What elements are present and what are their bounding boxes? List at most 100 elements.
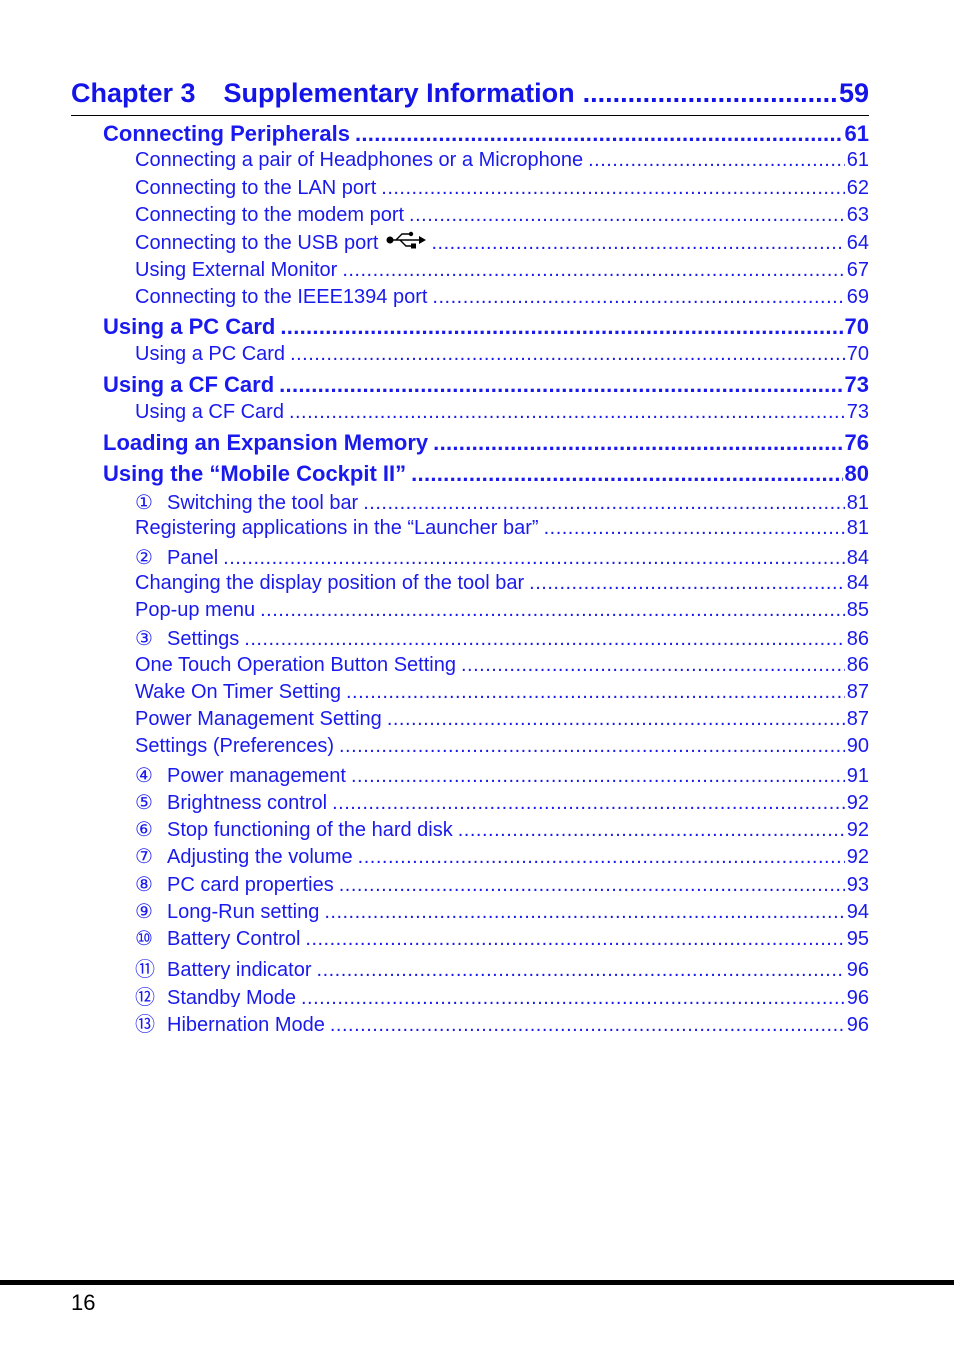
toc-subsection-link[interactable]: ③ Settings 86 (135, 626, 869, 652)
toc-entry-label: Switching the tool bar (167, 492, 359, 514)
circled-number-marker: ⑦ (135, 846, 153, 868)
toc-subsection-link[interactable]: Connecting to the USB port 64 (135, 231, 869, 257)
toc-entry-label: Power Management Setting (135, 708, 382, 730)
toc-entry-label: Long-Run setting (167, 901, 320, 923)
leader-dots (355, 121, 843, 147)
circled-number-marker: ④ (135, 765, 153, 787)
toc-subsection-link[interactable]: Changing the display position of the too… (135, 572, 869, 598)
toc-subsection-link[interactable]: Power Management Setting 87 (135, 708, 869, 734)
toc-page-number: 70 (846, 343, 869, 365)
toc-page-number: 76 (844, 430, 869, 455)
toc-entry-label: Standby Mode (167, 987, 296, 1007)
toc-entry-label: Battery indicator (167, 959, 312, 979)
toc-entry-label: Panel (167, 547, 219, 569)
toc-page-number: 96 (846, 987, 869, 1007)
chapter-number: Chapter 3 (71, 78, 196, 108)
toc-subsection-link[interactable]: ⑥ Stop functioning of the hard disk 92 (135, 817, 869, 843)
toc-subsection-link[interactable]: Using a CF Card 73 (135, 401, 869, 427)
toc-entry-label: Connecting a pair of Headphones or a Mic… (135, 149, 584, 171)
toc-entry-label: Brightness control (167, 792, 328, 814)
toc-page-number: 91 (846, 765, 869, 787)
toc-page-number: 94 (846, 901, 869, 923)
toc-subsection-link[interactable]: Using External Monitor 67 (135, 259, 869, 285)
toc-subsection-link[interactable]: One Touch Operation Button Setting 86 (135, 654, 869, 680)
toc-subsection-link[interactable]: ⑤ Brightness control 92 (135, 790, 869, 816)
toc-section-link[interactable]: Using a PC Card 70 (103, 314, 869, 342)
toc-subsection-link[interactable]: ⑩ Battery Control 95 (135, 926, 869, 952)
toc-subsection-link[interactable]: ⑦ Adjusting the volume 92 (135, 844, 869, 870)
toc-subsection-link[interactable]: Using a PC Card 70 (135, 343, 869, 369)
toc-entry-label: Stop functioning of the hard disk (167, 819, 453, 841)
toc-subsection-link[interactable]: Wake On Timer Setting 87 (135, 681, 869, 707)
leader-dots (317, 959, 845, 979)
leader-dots (458, 819, 845, 842)
toc-entry-label: Pop-up menu (135, 599, 256, 621)
toc-entry-label: Settings (Preferences) (135, 735, 334, 757)
toc-subsection-link[interactable]: Pop-up menu 85 (135, 599, 869, 625)
toc-subsection-link[interactable]: ⑫ Standby Mode 96 (135, 981, 869, 1007)
toc-section-link[interactable]: Loading an Expansion Memory 76 (103, 430, 869, 458)
leader-dots (588, 149, 845, 172)
chapter-heading[interactable]: Chapter 3 Supplementary Information ....… (71, 78, 869, 112)
circled-number-marker: ⑧ (135, 874, 153, 896)
leader-dots (223, 547, 845, 570)
toc-entry-label: Wake On Timer Setting (135, 681, 341, 703)
toc-entry-label: Hibernation Mode (167, 1014, 325, 1034)
toc-page-number: 80 (844, 461, 869, 486)
toc-entry-label: Using External Monitor (135, 259, 338, 281)
circled-number-marker: ⑩ (135, 928, 153, 950)
toc-subsection-link[interactable]: Connecting a pair of Headphones or a Mic… (135, 149, 869, 175)
toc-entry-label: One Touch Operation Button Setting (135, 654, 456, 676)
toc-page-number: 92 (846, 792, 869, 814)
toc-subsection-link[interactable]: ⑪ Battery indicator 96 (135, 953, 869, 979)
toc-subsection-link[interactable]: Connecting to the LAN port 62 (135, 177, 869, 203)
toc-page-number: 69 (846, 286, 869, 308)
toc-subsection-link[interactable]: ⑨ Long-Run setting 94 (135, 899, 869, 925)
toc-subsection-link[interactable]: ⑬ Hibernation Mode 96 (135, 1008, 869, 1034)
leader-dots (289, 401, 845, 424)
toc-entry-label: Connecting to the modem port (135, 204, 405, 226)
leader-dots (279, 372, 842, 398)
leader-dots (431, 232, 844, 255)
leader-dots (346, 681, 845, 704)
toc-page-number: 84 (846, 572, 869, 594)
toc-subsection-link[interactable]: Registering applications in the “Launche… (135, 517, 869, 543)
toc-subsection-link[interactable]: Settings (Preferences) 90 (135, 735, 869, 761)
toc-page-number: 70 (844, 314, 869, 339)
toc-subsection-link[interactable]: ⑧ PC card properties 93 (135, 872, 869, 898)
toc-subsection-link[interactable]: ① Switching the tool bar 81 (135, 490, 869, 516)
leader-dots (363, 492, 845, 515)
leader-dots (351, 765, 845, 788)
toc-page-number: 64 (846, 232, 869, 254)
toc-section-link[interactable]: Using a CF Card 73 (103, 372, 869, 400)
toc-entry-label: Using a PC Card (103, 314, 276, 339)
toc-entry-label: Connecting to the USB port (135, 232, 379, 254)
toc-page-number: 84 (846, 547, 869, 569)
leader-dots (324, 901, 844, 924)
chapter-rule (71, 115, 869, 116)
leader-dots (290, 343, 845, 366)
leader-dots (433, 430, 842, 456)
chapter-page: 59 (838, 78, 869, 108)
toc-page-number: 85 (846, 599, 869, 621)
leader-dots (305, 928, 844, 951)
circled-number-marker: ③ (135, 628, 153, 650)
toc-subsection-link[interactable]: Connecting to the modem port 63 (135, 204, 869, 230)
toc-entry-label: Using a CF Card (135, 401, 284, 423)
leader-dots (339, 735, 845, 758)
toc-section-link[interactable]: Using the “Mobile Cockpit II” 80 (103, 461, 869, 489)
leader-dots (381, 177, 844, 200)
toc-page-number: 96 (846, 1014, 869, 1034)
toc-page-number: 93 (846, 874, 869, 896)
toc-page-number: 81 (846, 517, 869, 539)
toc-page-number: 73 (846, 401, 869, 423)
page-number: 16 (71, 1290, 96, 1315)
toc-section-link[interactable]: Connecting Peripherals 61 (103, 121, 869, 149)
leader-dots (301, 987, 845, 1007)
toc-subsection-link[interactable]: ② Panel 84 (135, 545, 869, 571)
toc-page-number: 86 (846, 654, 869, 676)
leader-dots (339, 874, 845, 897)
toc-subsection-link[interactable]: ④ Power management 91 (135, 763, 869, 789)
leader-dots (411, 461, 842, 487)
toc-subsection-link[interactable]: Connecting to the IEEE1394 port 69 (135, 286, 869, 312)
